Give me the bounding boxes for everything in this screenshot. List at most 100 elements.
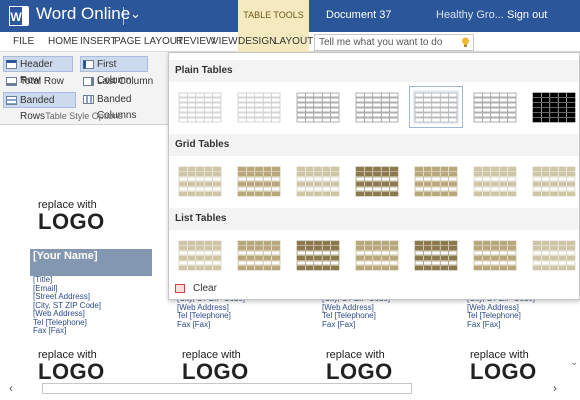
scrollbar-track[interactable] — [42, 383, 412, 394]
table-tools-context-tab: TABLE TOOLS — [238, 0, 309, 32]
banded-rows-checkbox[interactable]: Banded Rows — [3, 92, 76, 122]
last-column-checkbox[interactable]: Last Column — [81, 74, 161, 90]
table-style-thumbnail[interactable] — [177, 238, 223, 272]
table-style-thumbnail[interactable] — [354, 164, 400, 198]
table-style-thumbnail[interactable] — [472, 90, 518, 124]
title-bar: W Word Online ⌄ TABLE TOOLS Document 37 … — [0, 0, 580, 32]
header-row-checkbox[interactable]: Header Row — [3, 56, 73, 86]
list-tables-header: List Tables — [169, 208, 579, 230]
table-style-thumbnail[interactable] — [177, 164, 223, 198]
last-column-label: Last Column — [97, 76, 154, 87]
logo-placeholder[interactable]: replace with LOGO — [182, 350, 249, 383]
document-name[interactable]: Document 37 — [326, 9, 391, 21]
address-block[interactable]: [City, ST ZIP Code] [Web Address] Tel [T… — [322, 294, 390, 329]
total-row-icon — [6, 77, 17, 86]
table-style-thumbnail[interactable] — [472, 164, 518, 198]
banded-rows-icon — [6, 96, 17, 105]
address-block[interactable]: [City, ST ZIP Code] [Web Address] Tel [T… — [177, 294, 245, 329]
tab-view[interactable]: VIEW — [212, 36, 238, 47]
your-name-field[interactable]: [Your Name] — [30, 249, 152, 276]
table-style-preview — [178, 166, 222, 197]
tab-home[interactable]: HOME — [48, 36, 78, 47]
clear-table-style-button[interactable]: Clear — [175, 283, 217, 294]
sign-out-link[interactable]: Sign out — [507, 9, 547, 21]
table-style-thumbnail[interactable] — [236, 164, 282, 198]
table-style-preview — [355, 92, 399, 123]
table-style-options-group-label: Table Style Options — [45, 111, 123, 121]
first-column-checkbox[interactable]: First Column — [80, 56, 148, 86]
clear-label: Clear — [193, 283, 217, 294]
tab-layout[interactable]: LAYOUT — [274, 36, 313, 47]
logo-placeholder[interactable]: replace with LOGO — [326, 350, 393, 383]
fax-field: Fax [Fax] — [467, 319, 501, 329]
table-style-thumbnail[interactable] — [295, 164, 341, 198]
tab-page-layout[interactable]: PAGE LAYOUT — [114, 36, 183, 47]
table-style-thumbnail[interactable] — [413, 238, 459, 272]
plain-tables-header: Plain Tables — [169, 60, 579, 82]
banded-columns-checkbox[interactable]: Banded Columns — [81, 92, 167, 121]
table-style-preview — [237, 240, 281, 271]
logo-text: LOGO — [38, 209, 105, 234]
table-style-thumbnail[interactable] — [413, 164, 459, 198]
ribbon-tabs: FILE HOME INSERT PAGE LAYOUT REVIEW VIEW… — [0, 32, 580, 52]
tab-review[interactable]: REVIEW — [176, 36, 215, 47]
banded-columns-icon — [83, 95, 94, 104]
first-column-icon — [83, 60, 94, 69]
logo-placeholder[interactable]: replace with LOGO — [38, 350, 105, 383]
table-style-preview — [532, 240, 576, 271]
table-style-thumbnail[interactable] — [236, 238, 282, 272]
table-style-thumbnail[interactable] — [354, 90, 400, 124]
horizontal-scrollbar[interactable]: ‹ › ⌄ — [0, 357, 580, 400]
table-style-preview — [532, 92, 576, 123]
table-style-preview — [237, 166, 281, 197]
eraser-icon — [175, 283, 185, 293]
address-block[interactable]: [City, ST ZIP Code] [Web Address] Tel [T… — [467, 294, 535, 329]
fax-field: Fax [Fax] — [322, 319, 356, 329]
table-style-preview — [355, 166, 399, 197]
last-column-icon — [83, 77, 94, 86]
table-style-preview — [414, 166, 458, 197]
table-style-preview — [237, 92, 281, 123]
fax-field: Fax [Fax] — [177, 319, 211, 329]
table-style-preview — [296, 92, 340, 123]
table-style-preview — [355, 240, 399, 271]
table-style-thumbnail[interactable] — [531, 90, 577, 124]
table-style-preview — [473, 166, 517, 197]
app-title[interactable]: Word Online — [36, 4, 130, 24]
table-style-thumbnail[interactable] — [409, 86, 463, 128]
address-block[interactable]: [Title] [Email] [Street Address] [City, … — [33, 275, 101, 336]
title-divider — [123, 7, 124, 25]
table-style-thumbnail[interactable] — [472, 238, 518, 272]
table-style-preview — [414, 92, 458, 123]
table-style-thumbnail[interactable] — [177, 90, 223, 124]
table-style-preview — [473, 92, 517, 123]
lightbulb-icon — [462, 37, 469, 47]
chevron-right-icon[interactable]: › — [553, 381, 557, 395]
tab-design[interactable]: DESIGN — [238, 36, 276, 47]
logo-placeholder[interactable]: replace with LOGO — [38, 200, 105, 233]
table-style-thumbnail[interactable] — [531, 238, 577, 272]
total-row-label: Total Row — [20, 76, 64, 87]
tab-file[interactable]: FILE — [13, 36, 34, 47]
table-style-thumbnail[interactable] — [295, 90, 341, 124]
table-style-preview — [178, 240, 222, 271]
tell-me-placeholder: Tell me what you want to do — [319, 37, 443, 48]
table-style-thumbnail[interactable] — [354, 238, 400, 272]
table-style-thumbnail[interactable] — [295, 238, 341, 272]
table-style-preview — [178, 92, 222, 123]
header-row-icon — [6, 60, 17, 69]
tab-insert[interactable]: INSERT — [80, 36, 117, 47]
logo-placeholder[interactable]: replace with LOGO — [470, 350, 537, 383]
table-style-preview — [296, 166, 340, 197]
word-app-icon[interactable]: W — [9, 6, 29, 26]
tell-me-search-input[interactable]: Tell me what you want to do — [314, 34, 474, 51]
table-style-preview — [414, 240, 458, 271]
table-style-thumbnail[interactable] — [236, 90, 282, 124]
total-row-checkbox[interactable]: Total Row — [4, 74, 74, 90]
chevron-down-icon[interactable]: ⌄ — [130, 6, 141, 22]
user-name[interactable]: Healthy Gro... — [436, 9, 504, 21]
table-style-thumbnail[interactable] — [531, 164, 577, 198]
chevron-left-icon[interactable]: ‹ — [9, 381, 13, 395]
chevron-down-icon[interactable]: ⌄ — [570, 357, 578, 368]
table-style-preview — [296, 240, 340, 271]
